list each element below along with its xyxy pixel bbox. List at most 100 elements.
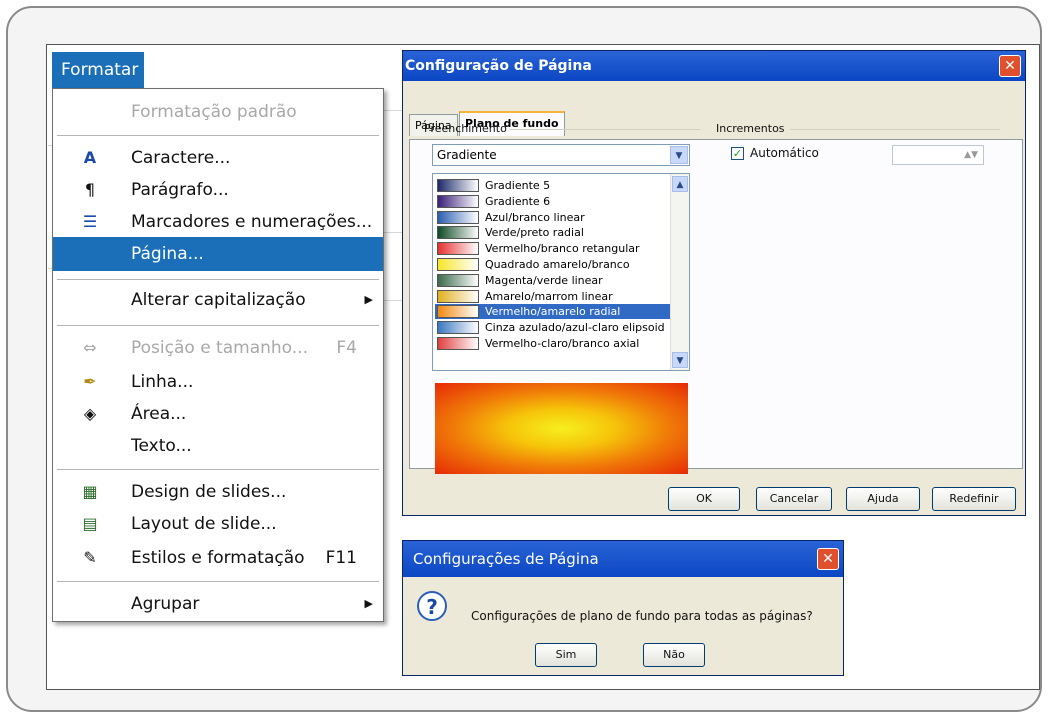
menu-item-label: Caractere... — [131, 148, 231, 168]
cancel-button[interactable]: Cancelar — [756, 487, 832, 511]
menu-item-label: Formatação padrão — [131, 102, 297, 122]
menu-item-label: Agrupar — [131, 594, 200, 614]
no-button[interactable]: Não — [643, 643, 705, 667]
gradient-name: Verde/preto radial — [485, 226, 584, 240]
scroll-down-icon[interactable]: ▼ — [672, 352, 688, 368]
auto-label: Automático — [750, 146, 819, 160]
menu-item-position-size: ⇔ Posição e tamanho... F4 — [53, 331, 383, 365]
menu-item-shortcut: F4 — [336, 338, 357, 358]
gradient-name: Amarelo/marrom linear — [485, 289, 613, 303]
menu-item-change-case[interactable]: Alterar capitalização ▶ — [53, 283, 383, 317]
menu-separator — [57, 279, 379, 280]
paragraph-icon: ¶ — [84, 180, 96, 199]
menu-item-group[interactable]: Agrupar ▶ — [53, 587, 383, 621]
menu-item-bullets-numbering[interactable]: ☰ Marcadores e numerações... — [53, 205, 383, 239]
slide-layout-icon: ▤ — [82, 514, 98, 533]
gradient-swatch — [437, 194, 479, 208]
submenu-arrow-icon: ▶ — [364, 293, 373, 306]
gradient-swatch — [437, 305, 479, 319]
scroll-up-icon[interactable]: ▲ — [672, 176, 688, 192]
confirm-message: Configurações de plano de fundo para tod… — [471, 609, 813, 623]
gradient-swatch — [437, 226, 479, 240]
gradient-name: Gradiente 6 — [485, 194, 551, 208]
menu-item-line[interactable]: ✒ Linha... — [53, 365, 383, 399]
gradient-name: Cinza azulado/azul-claro elipsoid — [485, 321, 665, 335]
gradient-list-item[interactable]: Vermelho-claro/branco axial — [435, 336, 671, 351]
close-icon[interactable]: ✕ — [999, 55, 1021, 77]
styles-icon: ✎ — [83, 548, 97, 567]
fill-type-select[interactable]: Gradiente ▼ — [432, 144, 690, 166]
menu-item-label: Alterar capitalização — [131, 290, 306, 310]
gradient-swatch — [437, 179, 479, 192]
menu-item-default-formatting: Formatação padrão — [53, 95, 383, 129]
bullets-icon: ☰ — [82, 212, 98, 231]
gradient-swatch — [437, 210, 479, 224]
menu-item-label: Marcadores e numerações... — [131, 212, 373, 232]
menu-item-slide-design[interactable]: ▦ Design de slides... — [53, 475, 383, 509]
menu-item-page[interactable]: Página... — [53, 237, 383, 271]
menu-item-text[interactable]: Texto... — [53, 429, 383, 463]
menu-item-label: Parágrafo... — [131, 180, 229, 200]
character-icon: A — [83, 148, 97, 167]
menu-item-area[interactable]: ◈ Área... — [53, 397, 383, 431]
chevron-down-icon[interactable]: ▼ — [670, 146, 688, 164]
menu-separator — [57, 135, 379, 136]
format-menu-title[interactable]: Formatar — [52, 52, 144, 88]
increments-spinner[interactable]: ▲▼ — [892, 145, 984, 165]
yes-button[interactable]: Sim — [535, 643, 597, 667]
menu-item-label: Design de slides... — [131, 482, 287, 502]
gradient-name: Vermelho/amarelo radial — [485, 305, 621, 319]
close-icon[interactable]: ✕ — [817, 548, 839, 570]
gradient-list-scrollbar[interactable]: ▲ ▼ — [670, 174, 689, 370]
menu-item-paragraph[interactable]: ¶ Parágrafo... — [53, 173, 383, 207]
menu-item-label: Posição e tamanho... — [131, 338, 308, 358]
gradient-name: Vermelho/branco retangular — [485, 242, 640, 256]
menu-item-styles-formatting[interactable]: ✎ Estilos e formatação F11 — [53, 541, 383, 575]
menu-separator — [57, 325, 379, 326]
gradient-list-item[interactable]: Gradiente 5 — [435, 178, 671, 193]
format-menu: Formatação padrão A Caractere... ¶ Parág… — [52, 88, 384, 622]
menu-separator — [57, 581, 379, 582]
gradient-swatch — [437, 321, 479, 335]
gradient-list-item[interactable]: Azul/branco linear — [435, 210, 671, 225]
gradient-name: Vermelho-claro/branco axial — [485, 337, 640, 350]
gradient-list[interactable]: Gradiente 5 Gradiente 6 Azul/branco linear… — [432, 173, 690, 371]
menu-item-label: Linha... — [131, 372, 194, 392]
menu-item-slide-layout[interactable]: ▤ Layout de slide... — [53, 507, 383, 541]
line-icon: ✒ — [83, 372, 97, 391]
menu-item-label: Layout de slide... — [131, 514, 277, 534]
gradient-name: Azul/branco linear — [485, 210, 585, 224]
gradient-list-item[interactable]: Vermelho/branco retangular — [435, 241, 671, 256]
gradient-list-item[interactable]: Gradiente 6 — [435, 194, 671, 209]
group-divider — [510, 129, 700, 130]
menu-item-label: Texto... — [131, 436, 192, 456]
question-icon: ? — [417, 591, 447, 621]
ok-button[interactable]: OK — [668, 487, 740, 511]
gradient-list-item[interactable]: Verde/preto radial — [435, 225, 671, 240]
confirm-dialog-title: Configurações de Página — [403, 541, 843, 577]
menu-item-label: Área... — [131, 404, 187, 424]
gradient-swatch — [437, 337, 479, 350]
gradient-list-item[interactable]: Quadrado amarelo/branco — [435, 257, 671, 272]
gradient-list-item[interactable]: Cinza azulado/azul-claro elipsoid — [435, 320, 671, 335]
gradient-list-item[interactable]: Vermelho/amarelo radial — [435, 304, 671, 320]
gradient-list-item[interactable]: Amarelo/marrom linear — [435, 289, 671, 304]
dialog-title: Configuração de Página — [403, 51, 1025, 81]
fill-type-value: Gradiente — [437, 148, 497, 162]
gradient-list-item[interactable]: Magenta/verde linear — [435, 273, 671, 288]
menu-item-shortcut: F11 — [325, 548, 357, 568]
position-size-icon: ⇔ — [83, 338, 97, 357]
confirm-dialog: Configurações de Página ✕ ? Configuraçõe… — [402, 540, 844, 676]
help-button[interactable]: Ajuda — [846, 487, 920, 511]
gradient-swatch — [437, 242, 479, 256]
increments-group-label: Incrementos — [716, 122, 785, 135]
menu-separator — [57, 469, 379, 470]
reset-button[interactable]: Redefinir — [932, 487, 1016, 511]
submenu-arrow-icon: ▶ — [364, 597, 373, 610]
gradient-swatch — [437, 273, 479, 287]
gradient-swatch — [437, 258, 479, 271]
auto-checkbox[interactable]: ✓ — [731, 147, 744, 160]
gradient-preview — [435, 383, 688, 474]
menu-item-character[interactable]: A Caractere... — [53, 141, 383, 175]
slide-design-icon: ▦ — [82, 482, 98, 501]
